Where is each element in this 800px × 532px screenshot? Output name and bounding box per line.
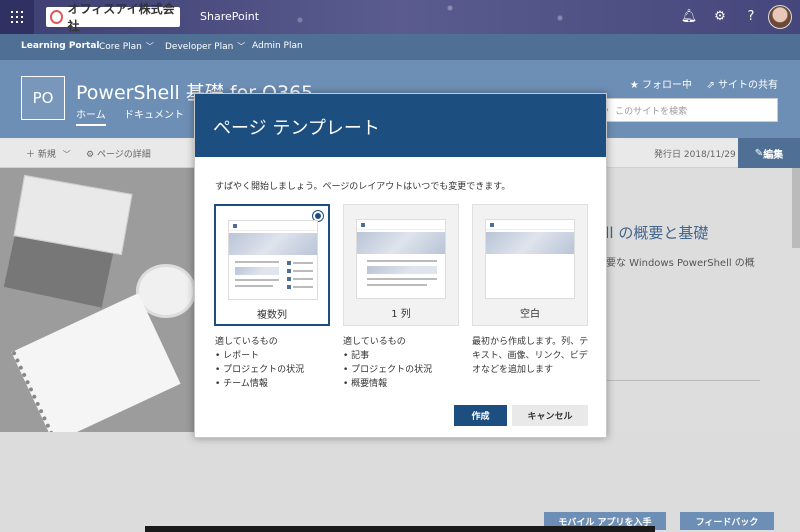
bell-icon[interactable]: 🔔︎: [680, 8, 698, 26]
create-button[interactable]: 作成: [454, 405, 507, 426]
nav-item-admin-plan[interactable]: Admin Plan: [252, 41, 303, 51]
chevron-down-icon: ﹀: [62, 150, 71, 159]
template-description-multi: 適しているもの レポート プロジェクトの状況 チーム情報: [215, 335, 335, 391]
scrollbar[interactable]: [792, 168, 800, 248]
template-blank[interactable]: 空白: [472, 204, 588, 326]
share-icon: ⇗: [706, 80, 718, 91]
dialog-intro: すばやく開始しましょう。ページのレイアウトはいつでも変更できます。: [215, 182, 511, 192]
new-button[interactable]: ＋ 新規 ﹀: [26, 147, 71, 160]
hub-nav-bar: Learning Portal Core Plan ﹀ Developer Pla…: [0, 34, 800, 60]
edit-button[interactable]: ✎ 編集: [738, 138, 800, 168]
list-item: プロジェクトの状況: [343, 363, 463, 377]
pencil-icon: ✎: [754, 147, 764, 159]
taskbar-strip: [145, 526, 655, 532]
help-icon[interactable]: ?: [742, 8, 760, 26]
list-item: 記事: [343, 349, 463, 363]
template-one-column[interactable]: 1 列: [343, 204, 459, 326]
template-multi-column[interactable]: 複数列: [214, 204, 330, 326]
template-thumbnail: [485, 219, 575, 299]
article-subtitle: 必要な Windows PowerShell の概: [596, 258, 755, 269]
gear-icon[interactable]: ⚙: [711, 8, 729, 26]
share-site-button[interactable]: ⇗ サイトの共有: [706, 76, 778, 91]
template-label: 空白: [520, 309, 540, 320]
template-label: 1 列: [391, 309, 411, 320]
star-icon: ★: [629, 80, 642, 91]
brand-logo[interactable]: オフィスアイ株式会社: [46, 2, 180, 33]
template-label: 複数列: [257, 310, 287, 321]
nav-portal-link[interactable]: Learning Portal: [21, 41, 100, 51]
list-item: プロジェクトの状況: [215, 363, 335, 377]
search-input[interactable]: ⌕ このサイトを検索: [594, 98, 778, 122]
follow-button[interactable]: ★ フォロー中: [630, 76, 692, 91]
list-item: レポート: [215, 349, 335, 363]
brand-mark-icon: [50, 10, 64, 24]
template-thumbnail: [356, 219, 446, 299]
avatar[interactable]: [768, 5, 792, 29]
brand-name: オフィスアイ株式会社: [67, 2, 175, 33]
list-item: 概要情報: [343, 377, 463, 391]
nav-item-developer-plan[interactable]: Developer Plan ﹀: [165, 41, 245, 52]
chevron-down-icon: ﹀: [145, 42, 154, 51]
suite-bar: オフィスアイ株式会社 SharePoint 🔔︎ ⚙ ?: [0, 0, 800, 34]
waffle-icon: [11, 11, 23, 23]
app-launcher-button[interactable]: [0, 0, 34, 34]
dialog-header: ページ テンプレート: [195, 94, 606, 157]
article-title: ell の概要と基礎: [596, 224, 709, 242]
feedback-button[interactable]: フィードバック: [680, 512, 774, 530]
divider: [600, 380, 760, 381]
tab-documents[interactable]: ドキュメント: [124, 106, 184, 121]
hero-image: [0, 168, 196, 432]
app-name-link[interactable]: SharePoint: [200, 10, 259, 23]
gear-icon: ⚙: [86, 150, 97, 160]
published-date: 発行日 2018/11/29: [654, 150, 736, 160]
nav-item-core-plan[interactable]: Core Plan ﹀: [99, 41, 154, 52]
template-description-one: 適しているもの 記事 プロジェクトの状況 概要情報: [343, 335, 463, 391]
page-details-button[interactable]: ⚙ ページの詳細: [86, 147, 151, 160]
cancel-button[interactable]: キャンセル: [512, 405, 588, 426]
search-placeholder: このサイトを検索: [615, 106, 688, 117]
template-description-blank: 最初から作成します。列、テキスト、画像、リンク、ビデオなどを追加します: [472, 337, 589, 375]
page-template-dialog: ページ テンプレート すばやく開始しましょう。ページのレイアウトはいつでも変更で…: [194, 93, 607, 438]
template-thumbnail: [228, 220, 318, 300]
list-item: チーム情報: [215, 377, 335, 391]
site-logo[interactable]: PO: [21, 76, 65, 120]
chevron-down-icon: ﹀: [237, 42, 246, 51]
dialog-title: ページ テンプレート: [213, 118, 380, 139]
tab-home[interactable]: ホーム: [76, 106, 106, 126]
